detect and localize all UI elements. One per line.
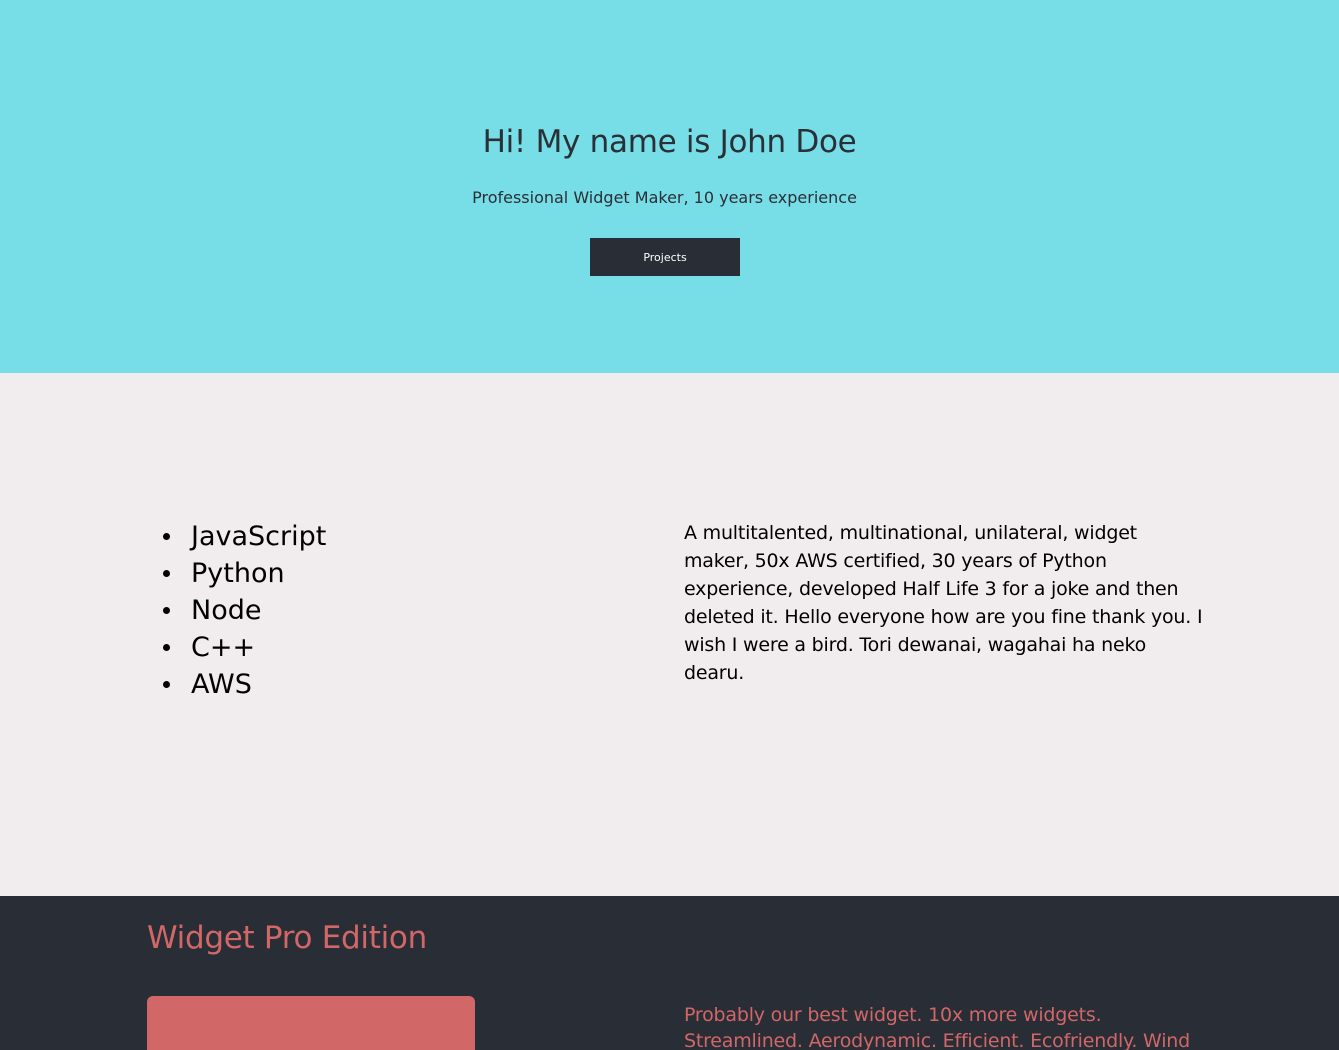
product-description: Probably our best widget. 10x more widge… bbox=[684, 1004, 1190, 1050]
bullet-icon bbox=[163, 607, 170, 614]
skill-label: JavaScript bbox=[191, 521, 327, 552]
skill-label: Python bbox=[191, 558, 285, 589]
bio-text: A multitalented, multinational, unilater… bbox=[684, 522, 1203, 684]
list-item: JavaScript bbox=[161, 518, 326, 555]
hero-title: Hi! My name is John Doe bbox=[482, 124, 857, 160]
list-item: Python bbox=[161, 555, 326, 592]
bullet-icon bbox=[163, 570, 170, 577]
product-section: Widget Pro Edition Probably our best wid… bbox=[0, 896, 1339, 1050]
skill-label: C++ bbox=[191, 632, 256, 663]
bullet-icon bbox=[163, 681, 170, 688]
skill-label: AWS bbox=[191, 669, 252, 700]
bullet-icon bbox=[163, 644, 170, 651]
bullet-icon bbox=[163, 533, 170, 540]
product-image-card bbox=[147, 996, 475, 1050]
hero-subtitle: Professional Widget Maker, 10 years expe… bbox=[472, 188, 857, 207]
skills-list: JavaScript Python Node C++ AWS bbox=[161, 518, 326, 703]
hero-section: Hi! My name is John Doe Professional Wid… bbox=[0, 0, 1339, 373]
list-item: AWS bbox=[161, 666, 326, 703]
skill-label: Node bbox=[191, 595, 262, 626]
list-item: Node bbox=[161, 592, 326, 629]
projects-button[interactable]: Projects bbox=[590, 238, 740, 276]
product-title: Widget Pro Edition bbox=[147, 920, 427, 956]
list-item: C++ bbox=[161, 629, 326, 666]
about-section: JavaScript Python Node C++ AWS A multita… bbox=[0, 373, 1339, 896]
